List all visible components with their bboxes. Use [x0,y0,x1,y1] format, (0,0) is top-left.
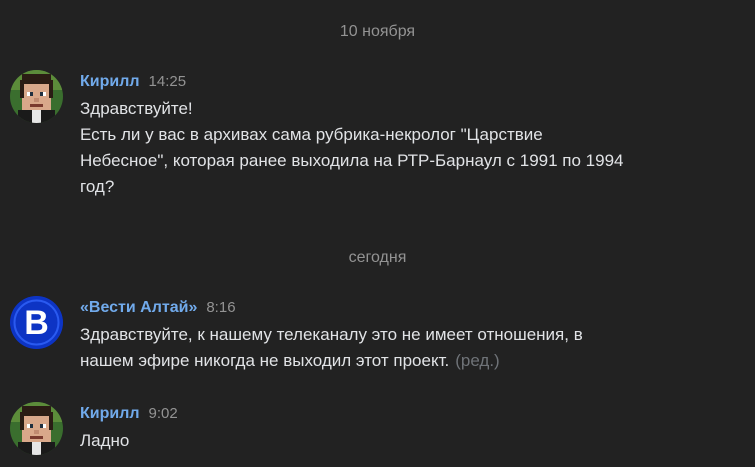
timestamp[interactable]: 9:02 [149,405,178,422]
edited-mark: (ред.) [455,351,500,370]
message-line: Небесное", которая ранее выходила на РТР… [80,151,624,170]
message-text: Здравствуйте! Есть ли у вас в архивах са… [80,96,720,200]
message-line: нашем эфире никогда не выходил этот прое… [80,348,720,374]
message-line: Здравствуйте, к нашему телеканалу это не… [80,325,583,344]
message: Кирилл 9:02 Ладно [10,402,745,462]
timestamp[interactable]: 8:16 [206,299,235,316]
message: В «Вести Алтай» 8:16 Здравствуйте, к наше… [10,296,745,376]
date-separator: сегодня [348,249,407,266]
pixel-portrait-icon [10,70,63,123]
avatar[interactable] [10,402,63,455]
message-line: год? [80,177,115,196]
author-name[interactable]: «Вести Алтай» [80,299,197,316]
avatar[interactable] [10,70,63,123]
message-line-text: нашем эфире никогда не выходил этот прое… [80,351,450,370]
message-text: Здравствуйте, к нашему телеканалу это не… [80,322,720,374]
message-text: Ладно [80,428,720,454]
message-line: Есть ли у вас в архивах сама рубрика-нек… [80,125,543,144]
message: Кирилл 14:25 Здравствуйте! Есть ли у вас … [10,70,745,200]
timestamp[interactable]: 14:25 [149,73,187,90]
message-line: Ладно [80,431,130,450]
author-name[interactable]: Кирилл [80,73,140,90]
message-line: Здравствуйте! [80,99,193,118]
vesti-logo-icon: В [10,296,63,349]
date-separator: 10 ноября [339,23,416,40]
message-header: Кирилл 9:02 [80,402,178,426]
message-header: «Вести Алтай» 8:16 [80,296,236,320]
message-header: Кирилл 14:25 [80,70,186,94]
author-name[interactable]: Кирилл [80,405,140,422]
vesti-logo-letter: В [24,304,49,342]
avatar[interactable]: В [10,296,63,349]
pixel-portrait-icon [10,402,63,455]
